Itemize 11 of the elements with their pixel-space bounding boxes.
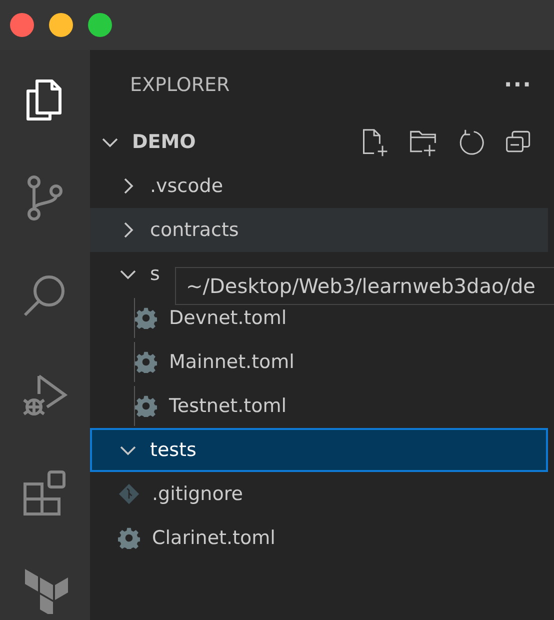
tree-item-label: Mainnet.toml <box>169 351 294 373</box>
tree-item-label: tests <box>150 439 196 461</box>
tree-item-label: .gitignore <box>152 483 243 505</box>
panel-title: EXPLORER <box>130 74 231 96</box>
tree-item-label: Clarinet.toml <box>152 527 276 549</box>
path-tooltip: ~/Desktop/Web3/learnweb3dao/de <box>175 267 554 305</box>
tree-item-label: Devnet.toml <box>169 307 287 329</box>
tree-item-label: Testnet.toml <box>169 395 286 417</box>
tree-item-label: .vscode <box>150 175 224 197</box>
tree-item-label: s <box>150 263 160 285</box>
tree-item-label: contracts <box>150 219 239 241</box>
